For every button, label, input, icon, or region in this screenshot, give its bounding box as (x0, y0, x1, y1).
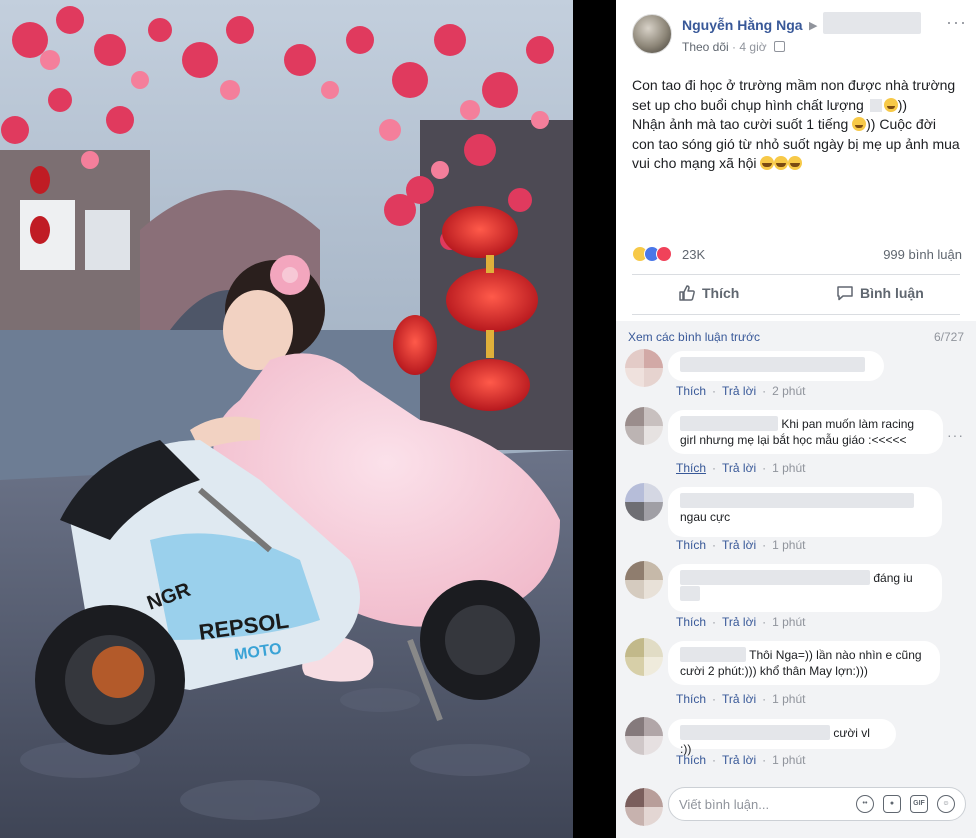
photo-illustration: REPSOL MOTO NGR (0, 0, 573, 838)
comment-actions: Thích · Trả lời · 1 phút (676, 753, 806, 767)
write-comment-row: Viết bình luận... •• ● GIF ☺ (616, 776, 976, 838)
laughing-emoji-icon (774, 156, 789, 170)
camera-icon[interactable]: ● (883, 795, 901, 813)
comment-actions: Thích · Trả lời · 2 phút (676, 384, 806, 398)
comment-bubble (668, 351, 884, 381)
comment-time[interactable]: 2 phút (772, 384, 805, 398)
audience-icon (773, 41, 785, 52)
post-header: Nguyễn Hằng Nga ▶ ··· Theo dõi · 4 giờ (616, 0, 976, 70)
gif-icon[interactable]: GIF (910, 795, 928, 813)
comment-bubble: Khi pan muốn làm racing girl nhưng mẹ lạ… (668, 410, 943, 454)
my-avatar (625, 788, 663, 826)
love-reaction-icon[interactable] (656, 246, 672, 262)
comment-text: girl nhưng mẹ lại bắt học mẫu giáo :<<<<… (680, 433, 907, 447)
post-text-line2: Nhận ảnh mà tao cười suốt 1 tiếng (632, 116, 849, 132)
laughing-emoji-icon (788, 156, 803, 170)
like-button-label: Thích (702, 285, 740, 301)
post-text-line1-end: )) (897, 96, 908, 113)
post-photo[interactable]: REPSOL MOTO NGR (0, 0, 573, 838)
comment-input-tools: •• ● GIF ☺ (856, 795, 955, 813)
comment-count[interactable]: 999 bình luận (883, 247, 962, 262)
thumbs-up-icon (679, 285, 695, 301)
redacted-commenter-name[interactable] (680, 416, 778, 431)
my-avatar-image (625, 788, 663, 826)
redacted-commenter-name[interactable] (680, 725, 830, 740)
caret-right-icon: ▶ (809, 20, 818, 32)
divider (632, 314, 960, 315)
comment-actions: Thích · Trả lời · 1 phút (676, 615, 806, 629)
like-button[interactable]: Thích (678, 284, 739, 302)
commenter-avatar[interactable] (625, 349, 663, 387)
comment-time[interactable]: 1 phút (772, 615, 805, 629)
commenter-avatar[interactable] (625, 483, 663, 521)
more-options-icon[interactable]: ··· (946, 12, 967, 33)
redacted-text (680, 586, 700, 601)
reactions-bar: 23K 999 bình luận (632, 246, 962, 266)
comments-page-count: 6/727 (933, 330, 964, 344)
comment-bubble: đáng iu (668, 564, 942, 612)
comment-time[interactable]: 1 phút (772, 753, 805, 767)
post-time[interactable]: 4 giờ (739, 40, 766, 54)
commenter-avatar[interactable] (625, 407, 663, 445)
post-meta: Theo dõi · 4 giờ (682, 40, 785, 54)
comment-reply-link[interactable]: Trả lời (722, 692, 756, 706)
smile-emoji-icon (883, 97, 898, 112)
comment-like-link[interactable]: Thích (676, 615, 706, 629)
emoji-icon[interactable]: •• (856, 795, 874, 813)
comment-bubble: ngau cực (668, 487, 942, 537)
divider (632, 274, 960, 275)
redacted-commenter-name[interactable] (680, 357, 865, 372)
reaction-count[interactable]: 23K (682, 247, 705, 262)
comment-actions: Thích · Trả lời · 1 phút (676, 538, 806, 552)
comment-time[interactable]: 1 phút (772, 538, 805, 552)
sticker-icon[interactable]: ☺ (937, 795, 955, 813)
comment-button-label: Bình luận (860, 285, 924, 301)
comment-text: cười 2 phút:))) khổ thân May lợn:))) (680, 664, 868, 678)
redacted-commenter-name[interactable] (680, 570, 870, 585)
comment-time[interactable]: 1 phút (772, 461, 805, 475)
redacted-text (869, 98, 882, 112)
view-previous-comments-link[interactable]: Xem các bình luận trước (628, 330, 760, 344)
comment-reply-link[interactable]: Trả lời (722, 615, 756, 629)
comment-reply-link[interactable]: Trả lời (722, 753, 756, 767)
comment-input[interactable]: Viết bình luận... •• ● GIF ☺ (668, 787, 966, 821)
commenter-avatar[interactable] (625, 561, 663, 599)
comment-text: Khi pan muốn làm racing (781, 417, 915, 431)
comment-like-link[interactable]: Thích (676, 384, 706, 398)
comment-bubble-icon (837, 286, 853, 301)
post-text: Con tao đi học ở trường mầm non được nhà… (632, 76, 962, 174)
comment-bubble: cười vl :)) (668, 719, 896, 756)
commenter-avatar[interactable] (625, 638, 663, 676)
comment-like-link[interactable]: Thích (676, 753, 706, 767)
post-side-panel: Nguyễn Hằng Nga ▶ ··· Theo dõi · 4 giờ C… (616, 0, 976, 838)
photo-letterbox (573, 0, 616, 838)
laughing-emoji-icon (760, 156, 775, 170)
comment-text: đáng iu (873, 571, 913, 585)
comment-like-link[interactable]: Thích (676, 538, 706, 552)
comment-actions: Thích · Trả lời · 1 phút (676, 461, 806, 475)
author-avatar[interactable] (632, 14, 672, 54)
comment-bubble: Thôi Nga=)) lần nào nhìn e cũng cười 2 p… (668, 641, 940, 685)
smile-emoji-icon (852, 117, 867, 131)
follow-link[interactable]: Theo dõi (682, 40, 729, 54)
comment-options-icon[interactable]: ··· (947, 427, 964, 443)
comment-time[interactable]: 1 phút (772, 692, 805, 706)
comment-text: ngau cực (680, 510, 731, 524)
commenter-avatar[interactable] (625, 717, 663, 755)
comment-input-placeholder: Viết bình luận... (679, 797, 770, 812)
redacted-commenter-name[interactable] (680, 493, 914, 508)
comment-button[interactable]: Bình luận (836, 284, 924, 302)
redacted-commenter-name[interactable] (680, 647, 746, 662)
author-name[interactable]: Nguyễn Hằng Nga (682, 17, 803, 33)
comment-actions: Thích · Trả lời · 1 phút (676, 692, 806, 706)
comment-reply-link[interactable]: Trả lời (722, 384, 756, 398)
comment-text: Thôi Nga=)) lần nào nhìn e cũng (749, 648, 922, 662)
comment-reply-link[interactable]: Trả lời (722, 538, 756, 552)
comment-reply-link[interactable]: Trả lời (722, 461, 756, 475)
comment-like-link[interactable]: Thích (676, 692, 706, 706)
redacted-group-name (823, 12, 921, 34)
comment-like-link[interactable]: Thích (676, 461, 706, 475)
comments-section: Xem các bình luận trước 6/727 Thích · Trả … (616, 321, 976, 838)
